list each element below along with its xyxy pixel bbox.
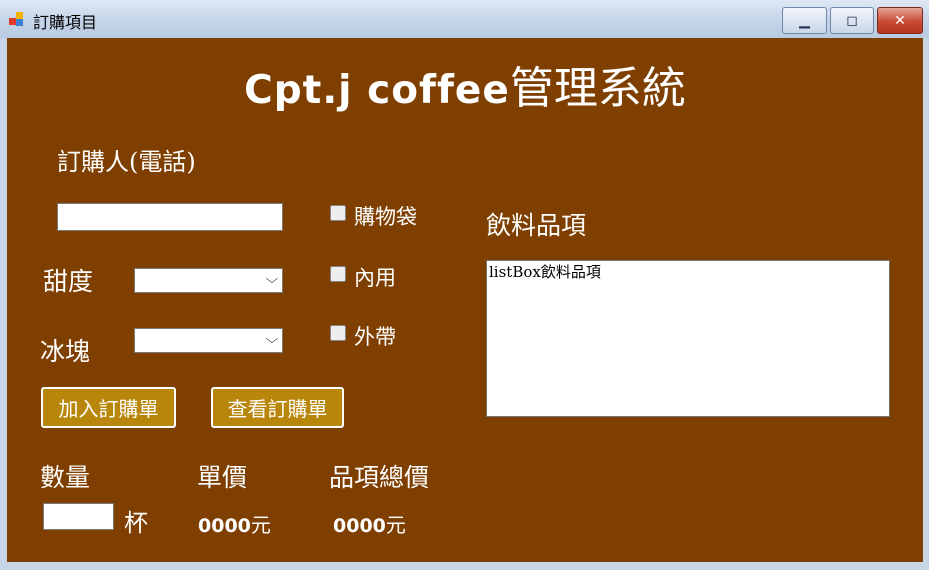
unit-price-label: 單價	[197, 463, 248, 492]
bag-checkbox[interactable]	[330, 205, 346, 221]
title-chinese: 管理系統	[509, 63, 686, 114]
total-price-display: 0000元	[333, 509, 406, 538]
drinks-listbox[interactable]: listBox飲料品項	[486, 260, 890, 417]
view-order-button[interactable]: 查看訂購單	[211, 387, 344, 428]
close-button[interactable]: ✕	[877, 7, 923, 34]
app-icon-blue	[16, 19, 23, 26]
quantity-label: 數量	[40, 463, 91, 492]
add-to-order-label: 加入訂購單	[58, 397, 159, 421]
window-titlebar: 訂購項目 ▁ ◻ ✕	[0, 0, 929, 38]
view-order-label: 查看訂購單	[227, 397, 328, 421]
title-english: Cpt.j coffee	[244, 68, 510, 113]
ice-select[interactable]: ⌵	[134, 328, 283, 353]
dine-in-label: 內用	[354, 266, 396, 290]
add-to-order-button[interactable]: 加入訂購單	[41, 387, 176, 428]
takeout-checkbox[interactable]	[330, 325, 346, 341]
close-icon: ✕	[894, 12, 906, 29]
ice-label: 冰塊	[40, 337, 91, 366]
bag-label: 購物袋	[354, 205, 417, 229]
maximize-button[interactable]: ◻	[830, 7, 874, 34]
quantity-input[interactable]	[43, 503, 114, 530]
unit-price-value: 0000	[198, 515, 251, 537]
sweetness-select[interactable]: ⌵	[134, 268, 283, 293]
window-title: 訂購項目	[33, 13, 98, 32]
form-client-area: Cpt.j coffee管理系統 訂購人(電話) 甜度 ⌵ 冰塊 ⌵ 購物袋 內…	[7, 38, 923, 562]
minimize-icon: ▁	[799, 12, 810, 29]
minimize-button[interactable]: ▁	[782, 7, 827, 34]
maximize-icon: ◻	[846, 12, 858, 29]
app-icon	[9, 12, 25, 28]
cup-unit-label: 杯	[124, 509, 148, 537]
drinks-label: 飲料品項	[486, 211, 587, 240]
total-price-label: 品項總價	[329, 463, 430, 492]
sweetness-label: 甜度	[43, 267, 94, 296]
chevron-down-icon: ⌵	[265, 272, 279, 287]
chevron-down-icon: ⌵	[265, 332, 279, 347]
app-icon-red	[9, 18, 16, 25]
customer-label: 訂購人(電話)	[57, 148, 196, 176]
total-price-value: 0000	[333, 515, 386, 537]
dine-in-checkbox[interactable]	[330, 266, 346, 282]
app-icon-yellow	[16, 12, 23, 19]
unit-price-display: 0000元	[198, 509, 271, 538]
total-price-currency: 元	[385, 513, 406, 537]
takeout-label: 外帶	[354, 325, 396, 349]
page-title: Cpt.j coffee管理系統	[7, 60, 923, 127]
unit-price-currency: 元	[250, 513, 271, 537]
list-item[interactable]: listBox飲料品項	[489, 261, 601, 282]
customer-phone-input[interactable]	[57, 203, 283, 231]
